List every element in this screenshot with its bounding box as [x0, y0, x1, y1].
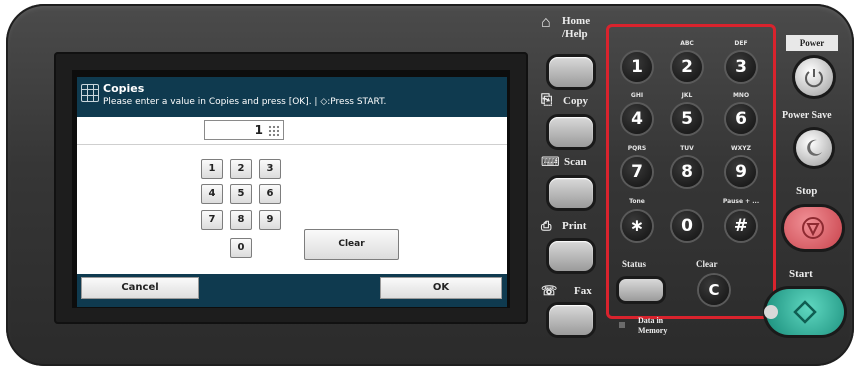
copy-label: Copy: [563, 95, 589, 107]
keypad-key-4[interactable]: 4: [622, 104, 652, 134]
stop-icon: [802, 217, 824, 239]
key-3-letters: DEF: [734, 40, 748, 47]
start-label: Start: [789, 268, 813, 280]
power-label: Power: [786, 35, 838, 51]
power-save-button[interactable]: [796, 130, 832, 166]
keypad-key-0[interactable]: 0: [672, 211, 702, 241]
tone-label: Tone: [629, 198, 645, 205]
scan-icon: ⌨: [541, 154, 560, 169]
screen-key-8[interactable]: 8: [230, 210, 252, 230]
pause-label: Pause + ...: [722, 198, 760, 205]
status-label: Status: [622, 259, 647, 269]
dialog-instruction: Please enter a value in Copies and press…: [103, 97, 387, 107]
data-in-memory-led: [619, 322, 625, 328]
keypad-key-6[interactable]: 6: [726, 104, 756, 134]
memory-label: Memory: [638, 326, 668, 335]
copies-grid-icon: [81, 84, 99, 102]
keypad-key-9[interactable]: 9: [726, 157, 756, 187]
copies-value: 1: [254, 123, 263, 137]
keypad-key-clear[interactable]: C: [699, 275, 729, 305]
scan-label: Scan: [564, 156, 587, 168]
power-icon: [805, 69, 823, 88]
print-button[interactable]: [549, 241, 593, 271]
keypad-key-8[interactable]: 8: [672, 157, 702, 187]
cancel-button[interactable]: Cancel: [81, 277, 199, 299]
home-icon: ⌂: [541, 14, 551, 31]
scan-button[interactable]: [549, 178, 593, 208]
status-button[interactable]: [619, 279, 663, 301]
copy-button[interactable]: [549, 117, 593, 147]
key-7-letters: PQRS: [627, 145, 647, 152]
ok-button[interactable]: OK: [380, 277, 502, 299]
screen-key-1[interactable]: 1: [201, 159, 223, 179]
fax-label: Fax: [574, 285, 592, 297]
keypad-key-7[interactable]: 7: [622, 157, 652, 187]
key-9-letters: WXYZ: [731, 145, 751, 152]
print-icon: ⎙: [541, 218, 552, 233]
moon-icon: [807, 139, 822, 156]
clear-button[interactable]: Clear: [304, 229, 399, 260]
key-4-letters: GHI: [630, 92, 644, 99]
keypad-key-2[interactable]: 2: [672, 52, 702, 82]
screen-key-6[interactable]: 6: [259, 184, 281, 204]
screen-key-3[interactable]: 3: [259, 159, 281, 179]
screen-key-7[interactable]: 7: [201, 210, 223, 230]
start-button[interactable]: [764, 289, 844, 335]
screen-key-0[interactable]: 0: [230, 238, 252, 258]
keypad-key-hash[interactable]: #: [726, 211, 756, 241]
keypad-key-asterisk[interactable]: ∗: [622, 211, 652, 241]
stop-label: Stop: [796, 185, 818, 197]
copies-input[interactable]: 1: [204, 120, 284, 140]
start-indicator: [764, 305, 778, 319]
keypad-key-1[interactable]: 1: [622, 52, 652, 82]
home-label: Home: [562, 15, 591, 27]
screen-key-2[interactable]: 2: [230, 159, 252, 179]
key-2-letters: ABC: [680, 40, 694, 47]
key-6-letters: MNO: [732, 92, 750, 99]
power-button[interactable]: [795, 58, 833, 96]
divider: [77, 144, 507, 145]
print-label: Print: [562, 220, 587, 232]
touch-screen: Copies Please enter a value in Copies an…: [77, 77, 507, 307]
dialog-footer: Cancel OK: [77, 274, 507, 307]
screen-key-5[interactable]: 5: [230, 184, 252, 204]
keypad-key-3[interactable]: 3: [726, 52, 756, 82]
key-5-letters: JKL: [681, 92, 693, 99]
help-label: /Help: [562, 28, 588, 40]
power-save-label: Power Save: [782, 110, 832, 121]
copy-icon: ⎘: [541, 93, 553, 108]
screen-key-4[interactable]: 4: [201, 184, 223, 204]
clear-key-label: Clear: [696, 259, 718, 269]
fax-icon: ☏: [541, 283, 558, 298]
data-in-label: Data in: [638, 316, 664, 325]
stop-button[interactable]: [784, 207, 842, 249]
fax-button[interactable]: [549, 305, 593, 335]
keypad-icon: [268, 125, 279, 136]
dialog-header: Copies Please enter a value in Copies an…: [77, 77, 507, 117]
home-help-button[interactable]: [549, 57, 593, 87]
key-8-letters: TUV: [680, 145, 694, 152]
screen-key-9[interactable]: 9: [259, 210, 281, 230]
keypad-key-5[interactable]: 5: [672, 104, 702, 134]
dialog-title: Copies: [103, 82, 145, 95]
